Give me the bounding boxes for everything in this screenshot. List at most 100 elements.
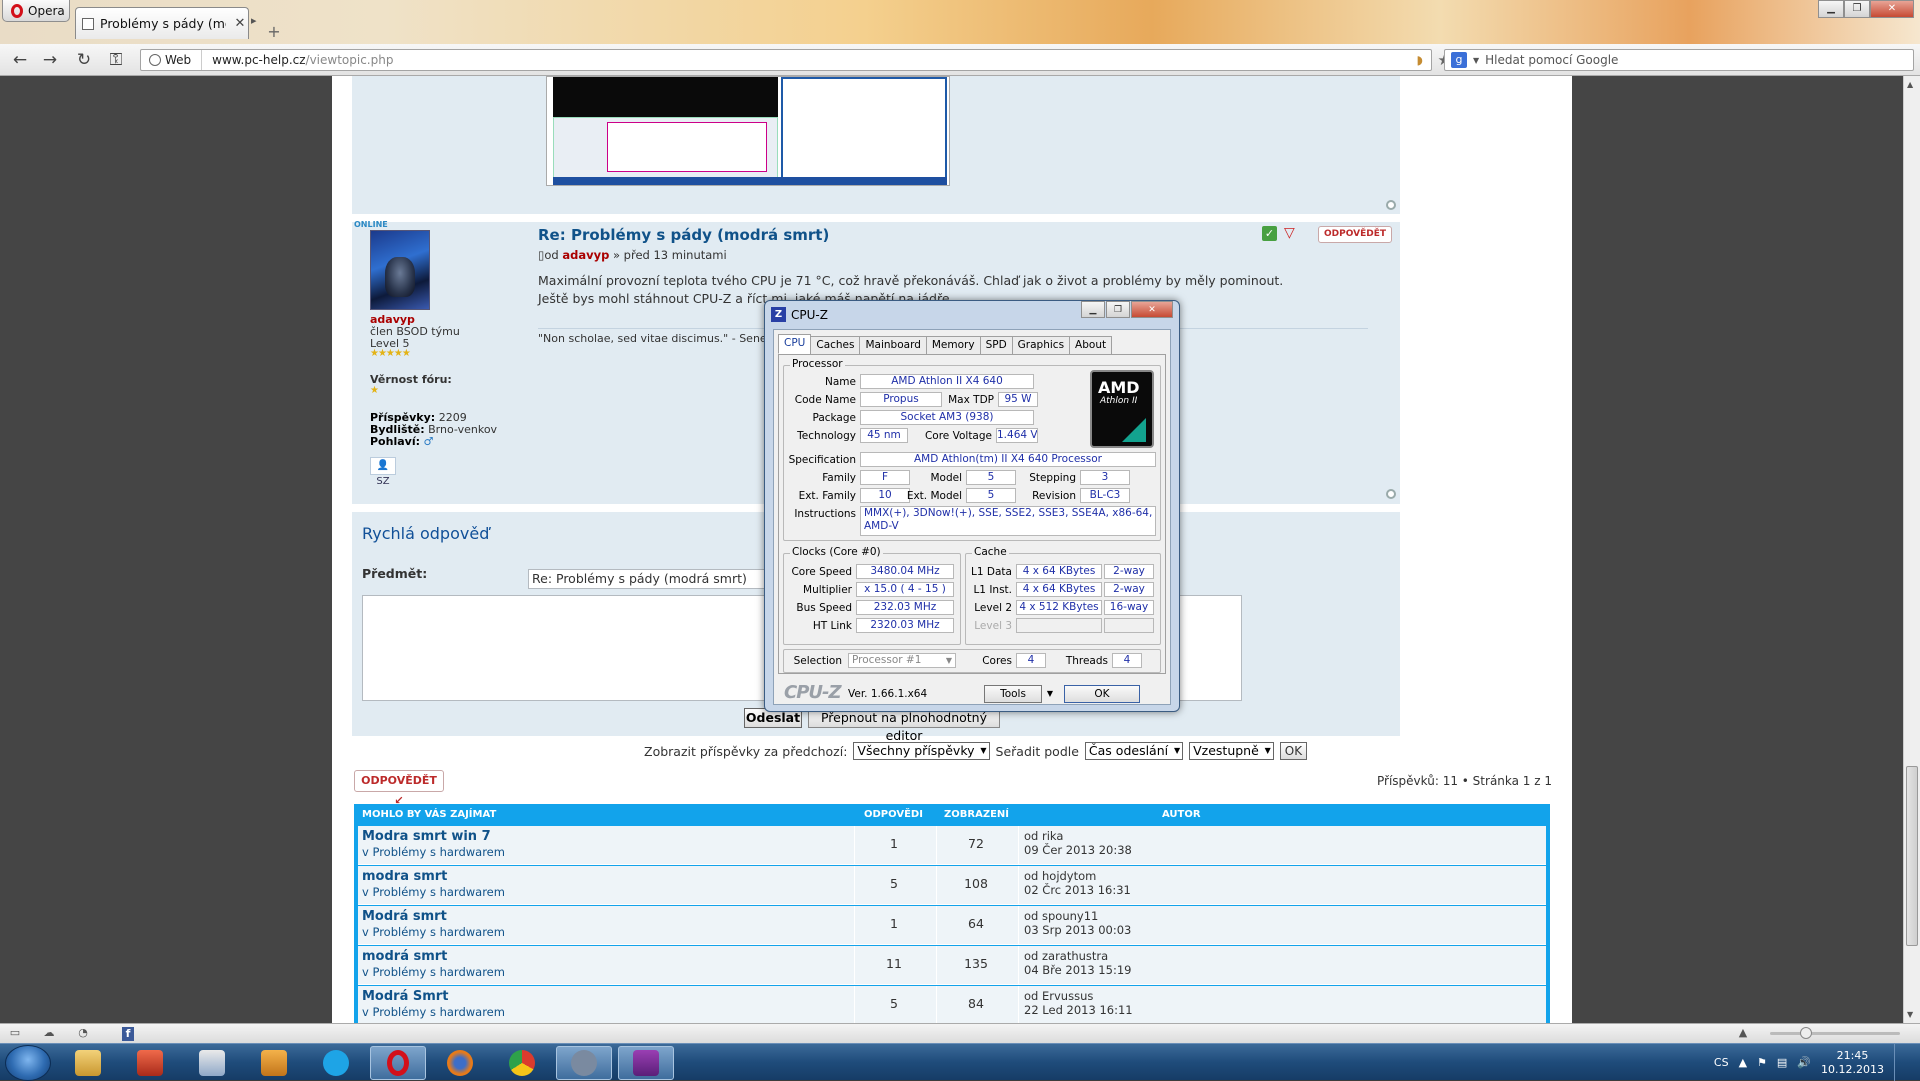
site-info-badge[interactable]: Web <box>141 50 203 70</box>
topic-title-link[interactable]: modra smrt <box>362 869 447 884</box>
taskbar-opera[interactable] <box>370 1046 426 1080</box>
topic-forum-link[interactable]: v Problémy s hardwarem <box>362 925 505 939</box>
author-link[interactable]: od hojdytom <box>1024 869 1131 883</box>
tools-button[interactable]: Tools <box>984 685 1042 703</box>
forward-icon[interactable]: → <box>38 49 62 71</box>
tab-close-icon[interactable]: ✕ <box>232 16 248 31</box>
minimize-button[interactable]: ▁ <box>1818 0 1844 18</box>
tab-caches[interactable]: Caches <box>810 336 861 354</box>
post-title[interactable]: Re: Problémy s pády (modrá smrt) <box>538 226 829 244</box>
scrollbar-thumb[interactable] <box>1906 766 1918 946</box>
tab-mainboard[interactable]: Mainboard <box>859 336 927 354</box>
processor-select[interactable]: Processor #1 ▼ <box>848 653 956 668</box>
topic-title-link[interactable]: Modra smrt win 7 <box>362 829 491 844</box>
taskbar-chrome[interactable] <box>494 1046 550 1080</box>
taskbar-cpuz[interactable] <box>618 1046 674 1080</box>
back-icon[interactable]: ← <box>8 49 32 71</box>
tab-spd[interactable]: SPD <box>979 336 1013 354</box>
quote-reply-button[interactable]: ODPOVĚDĚT <box>1318 226 1392 243</box>
sort-by-select[interactable]: Čas odeslání <box>1084 742 1184 760</box>
rss-icon[interactable]: ◗ <box>1417 53 1423 67</box>
cpuz-close-button[interactable]: ✕ <box>1131 301 1173 318</box>
sort-direction-select[interactable]: Vzestupně <box>1189 742 1274 760</box>
zoom-slider-knob[interactable] <box>1800 1027 1812 1039</box>
topic-forum-link[interactable]: v Problémy s hardwarem <box>362 965 505 979</box>
speed-dial-icon[interactable]: ◔ <box>76 1026 90 1040</box>
tray-expand-icon[interactable]: ▲ <box>1739 1056 1747 1069</box>
author-link[interactable]: od Ervussus <box>1024 989 1133 1003</box>
author-link[interactable]: adavyp <box>562 248 609 262</box>
cpuz-maximize-button[interactable]: ❐ <box>1106 301 1130 318</box>
reply-button[interactable]: ODPOVĚDĚT ↙ <box>354 770 444 807</box>
taskbar-app-paint[interactable] <box>184 1046 240 1080</box>
cpuz-app-icon: Z <box>771 307 786 322</box>
search-engine-dropdown-icon[interactable]: ▼ <box>1473 56 1479 65</box>
tdp-label: Max TDP <box>948 394 994 406</box>
taskbar-explorer[interactable] <box>60 1046 116 1080</box>
browser-tab[interactable]: Problémy s pády (mo... ✕ <box>75 7 249 39</box>
topic-title-link[interactable]: Modrá Smrt <box>362 989 448 1004</box>
url-field[interactable]: Web www.pc-help.cz/viewtopic.php ◗ ★ <box>140 49 1451 71</box>
ext-family-label: Ext. Family <box>798 490 856 502</box>
private-message-button[interactable]: 👤 SZ <box>370 457 396 487</box>
show-desktop-button[interactable] <box>1894 1044 1908 1081</box>
maximize-button[interactable]: ❐ <box>1844 0 1870 18</box>
sort-ok-button[interactable]: OK <box>1279 742 1308 760</box>
report-icon[interactable]: ▽ <box>1284 225 1295 241</box>
scroll-down-icon[interactable]: ▼ <box>1907 1010 1913 1019</box>
volume-icon[interactable]: 🔊 <box>1797 1056 1811 1069</box>
zoom-slider[interactable] <box>1770 1032 1900 1035</box>
scroll-up-icon[interactable]: ▲ <box>1907 80 1913 89</box>
page-scrollbar[interactable]: ▲ ▼ <box>1903 76 1920 1023</box>
taskbar-firefox[interactable] <box>432 1046 488 1080</box>
cpuz-body: CPU Caches Mainboard Memory SPD Graphics… <box>773 329 1171 705</box>
cpuz-titlebar[interactable]: Z CPU-Z <box>771 307 828 322</box>
facebook-icon[interactable]: f <box>122 1027 134 1041</box>
avatar[interactable] <box>370 230 430 310</box>
selection-row: Selection Processor #1 ▼ Cores 4 Threads … <box>783 649 1161 673</box>
turbo-icon[interactable]: ☁ <box>42 1026 56 1040</box>
quick-reply-title: Rychlá odpověď <box>362 524 490 543</box>
author-link[interactable]: od spouny11 <box>1024 909 1131 923</box>
topic-title-link[interactable]: modrá smrt <box>362 949 447 964</box>
topic-title-link[interactable]: Modrá smrt <box>362 909 447 924</box>
new-tab-icon[interactable]: + <box>266 24 282 40</box>
author-link[interactable]: od zarathustra <box>1024 949 1131 963</box>
attached-screenshot-image[interactable] <box>546 76 950 186</box>
tab-memory[interactable]: Memory <box>925 336 981 354</box>
back-to-top-icon[interactable] <box>1386 200 1396 210</box>
clock[interactable]: 21:45 10.12.2013 <box>1821 1049 1884 1077</box>
opera-menu-button[interactable]: Opera <box>2 0 70 22</box>
network-icon[interactable]: ▤ <box>1777 1056 1787 1069</box>
model-value: 5 <box>966 470 1016 485</box>
flag-icon[interactable]: ⚑ <box>1757 1056 1767 1069</box>
close-button[interactable]: ✕ <box>1870 0 1914 18</box>
approve-icon[interactable]: ✓ <box>1262 226 1277 241</box>
reload-icon[interactable]: ↻ <box>72 49 96 71</box>
topic-forum-link[interactable]: v Problémy s hardwarem <box>362 1005 505 1019</box>
cpuz-minimize-button[interactable]: ▁ <box>1081 301 1105 318</box>
tab-scroll-arrow-icon[interactable]: ▸ <box>251 14 261 32</box>
cpuz-ok-button[interactable]: OK <box>1064 685 1140 703</box>
panel-toggle-icon[interactable]: ▭ <box>8 1026 22 1040</box>
search-field[interactable]: g ▼ Hledat pomocí Google <box>1444 49 1914 71</box>
instructions-label: Instructions <box>794 508 856 520</box>
column-divider <box>1018 946 1019 985</box>
language-indicator[interactable]: CS <box>1714 1056 1729 1069</box>
taskbar-app-85[interactable] <box>556 1046 612 1080</box>
taskbar-skype[interactable] <box>308 1046 364 1080</box>
topic-forum-link[interactable]: v Problémy s hardwarem <box>362 885 505 899</box>
tab-graphics[interactable]: Graphics <box>1011 336 1071 354</box>
tab-cpu[interactable]: CPU <box>778 334 812 354</box>
taskbar-app-red[interactable] <box>122 1046 178 1080</box>
key-icon[interactable]: ⚿ <box>104 49 128 71</box>
show-posts-select[interactable]: Všechny příspěvky <box>853 742 990 760</box>
zoom-out-icon[interactable]: ▲ <box>1736 1026 1750 1040</box>
back-to-top-icon[interactable] <box>1386 489 1396 499</box>
topic-forum-link[interactable]: v Problémy s hardwarem <box>362 845 505 859</box>
tab-about[interactable]: About <box>1069 336 1113 354</box>
start-button[interactable] <box>5 1045 51 1081</box>
taskbar-media-player[interactable] <box>246 1046 302 1080</box>
author-link[interactable]: od rika <box>1024 829 1132 843</box>
tools-dropdown-icon[interactable]: ▼ <box>1044 685 1056 703</box>
